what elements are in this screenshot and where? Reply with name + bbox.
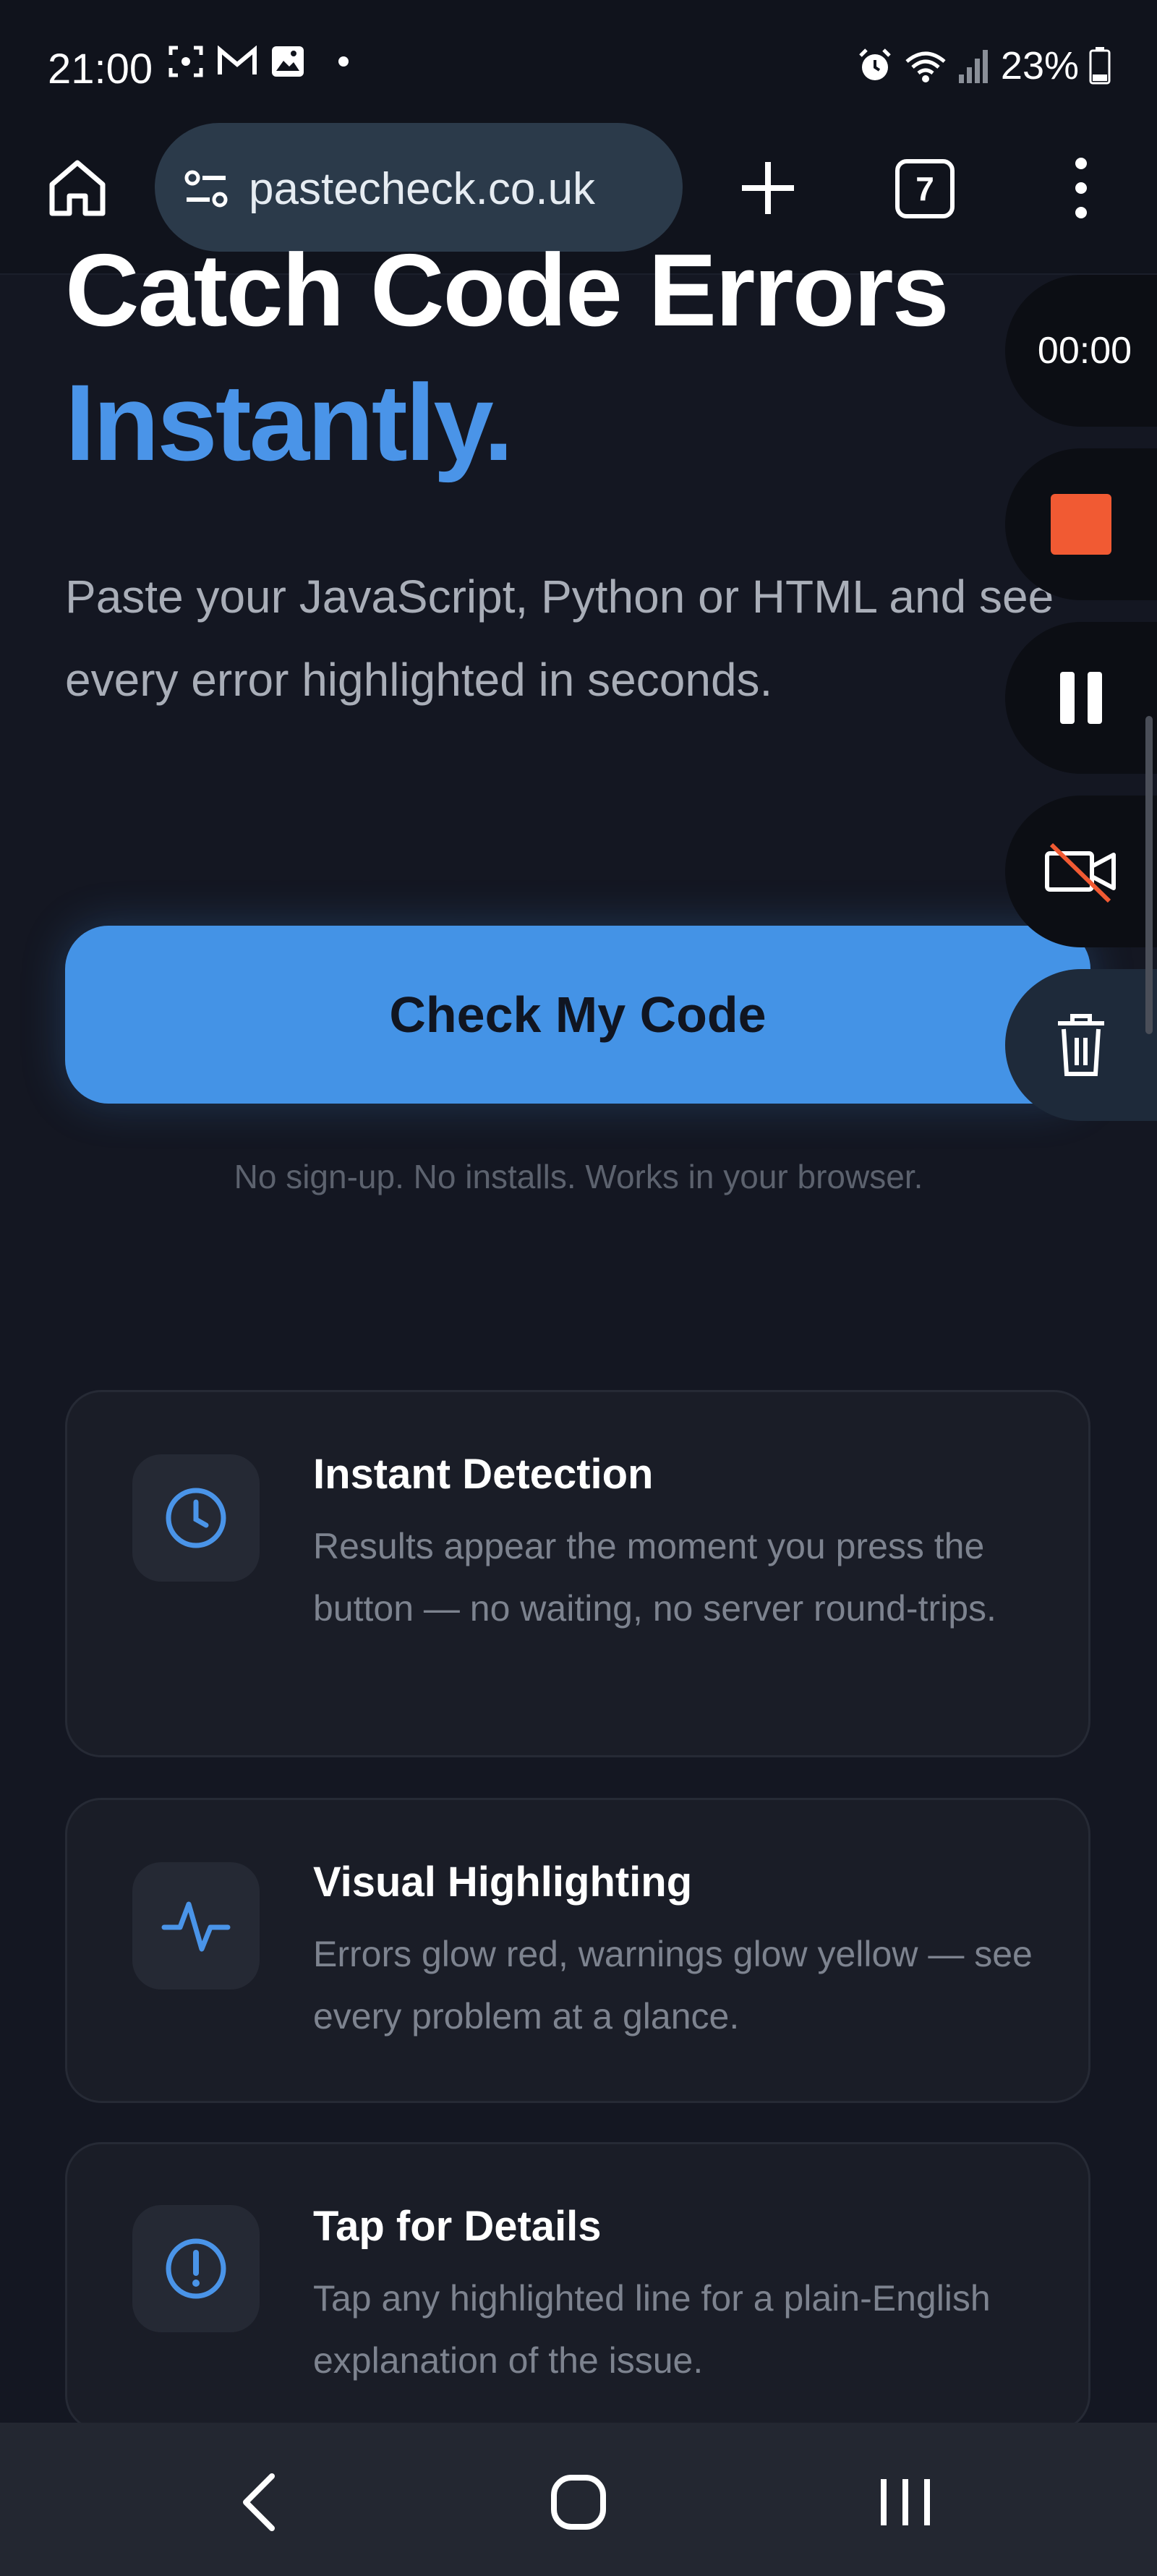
- status-time: 21:00: [48, 46, 153, 93]
- tab-count: 7: [915, 170, 934, 208]
- feature-title: Instant Detection: [313, 1451, 654, 1498]
- status-icons-left: [168, 45, 349, 78]
- screenshot-icon: [168, 46, 203, 77]
- delete-recording-button[interactable]: [1005, 969, 1157, 1121]
- feature-title: Visual Highlighting: [313, 1859, 693, 1906]
- feature-icon-box: [132, 1862, 260, 1989]
- headline-line2: Instantly.: [65, 362, 513, 483]
- notification-dot: [338, 56, 349, 67]
- site-settings-icon[interactable]: [181, 163, 231, 214]
- gmail-icon: [218, 46, 257, 74]
- alarm-icon: [859, 48, 891, 80]
- clock-icon: [166, 1488, 226, 1548]
- stop-recording-button[interactable]: [1005, 448, 1157, 600]
- gallery-icon: [272, 46, 304, 77]
- feature-card-instant-detection: Instant Detection Results appear the mom…: [65, 1390, 1090, 1757]
- battery-percentage: 23%: [1000, 44, 1079, 88]
- feature-icon-box: [132, 1454, 260, 1582]
- battery-icon: [1089, 47, 1111, 85]
- stop-icon: [1051, 494, 1111, 555]
- feature-description: Tap any highlighted line for a plain-Eng…: [313, 2278, 991, 2381]
- cta-label: Check My Code: [389, 986, 767, 1043]
- feature-title: Tap for Details: [313, 2203, 602, 2250]
- home-icon[interactable]: [45, 155, 110, 221]
- feature-icon-box: [132, 2205, 260, 2332]
- phone-screen: 21:00 23% pastecheck.co.uk 7 Catch Code …: [0, 0, 1157, 2576]
- status-bar: 21:00 23%: [0, 0, 1157, 130]
- hero-subtitle: Paste your JavaScript, Python or HTML an…: [65, 571, 1054, 706]
- feature-description: Results appear the moment you press the …: [313, 1526, 996, 1629]
- camera-off-icon: [1045, 843, 1116, 903]
- pause-icon: [1060, 672, 1102, 724]
- wifi-icon: [905, 51, 946, 82]
- check-my-code-button[interactable]: Check My Code: [65, 926, 1090, 1104]
- signal-icon: [958, 50, 988, 83]
- recents-icon[interactable]: [862, 2459, 949, 2546]
- feature-card-visual-highlighting: Visual Highlighting Errors glow red, war…: [65, 1798, 1090, 2103]
- status-icons-right: 23%: [856, 43, 1111, 88]
- headline-line1: Catch Code Errors: [65, 233, 949, 348]
- more-menu-icon[interactable]: [1063, 152, 1099, 224]
- camera-off-button[interactable]: [1005, 796, 1157, 947]
- page-content: Catch Code Errors Instantly. Paste your …: [0, 233, 1157, 2431]
- feature-card-tap-for-details: Tap for Details Tap any highlighted line…: [65, 2142, 1090, 2431]
- cta-note: No sign-up. No installs. Works in your b…: [234, 1158, 923, 1195]
- alert-circle-icon: [166, 2238, 226, 2299]
- pause-recording-button[interactable]: [1005, 622, 1157, 774]
- recorder-time: 00:00: [1037, 330, 1132, 372]
- trash-icon: [1058, 1014, 1104, 1076]
- pulse-icon: [161, 1901, 231, 1952]
- feature-description: Errors glow red, warnings glow yellow — …: [313, 1934, 1033, 2037]
- tab-switcher-button[interactable]: 7: [895, 159, 955, 218]
- recorder-timer: 00:00: [1005, 275, 1157, 427]
- system-nav-bar: [0, 2423, 1157, 2576]
- url-text: pastecheck.co.uk: [249, 164, 596, 214]
- scrollbar-thumb[interactable]: [1145, 716, 1153, 1034]
- back-icon[interactable]: [217, 2459, 304, 2546]
- new-tab-icon[interactable]: [732, 152, 804, 224]
- home-nav-icon[interactable]: [535, 2459, 622, 2546]
